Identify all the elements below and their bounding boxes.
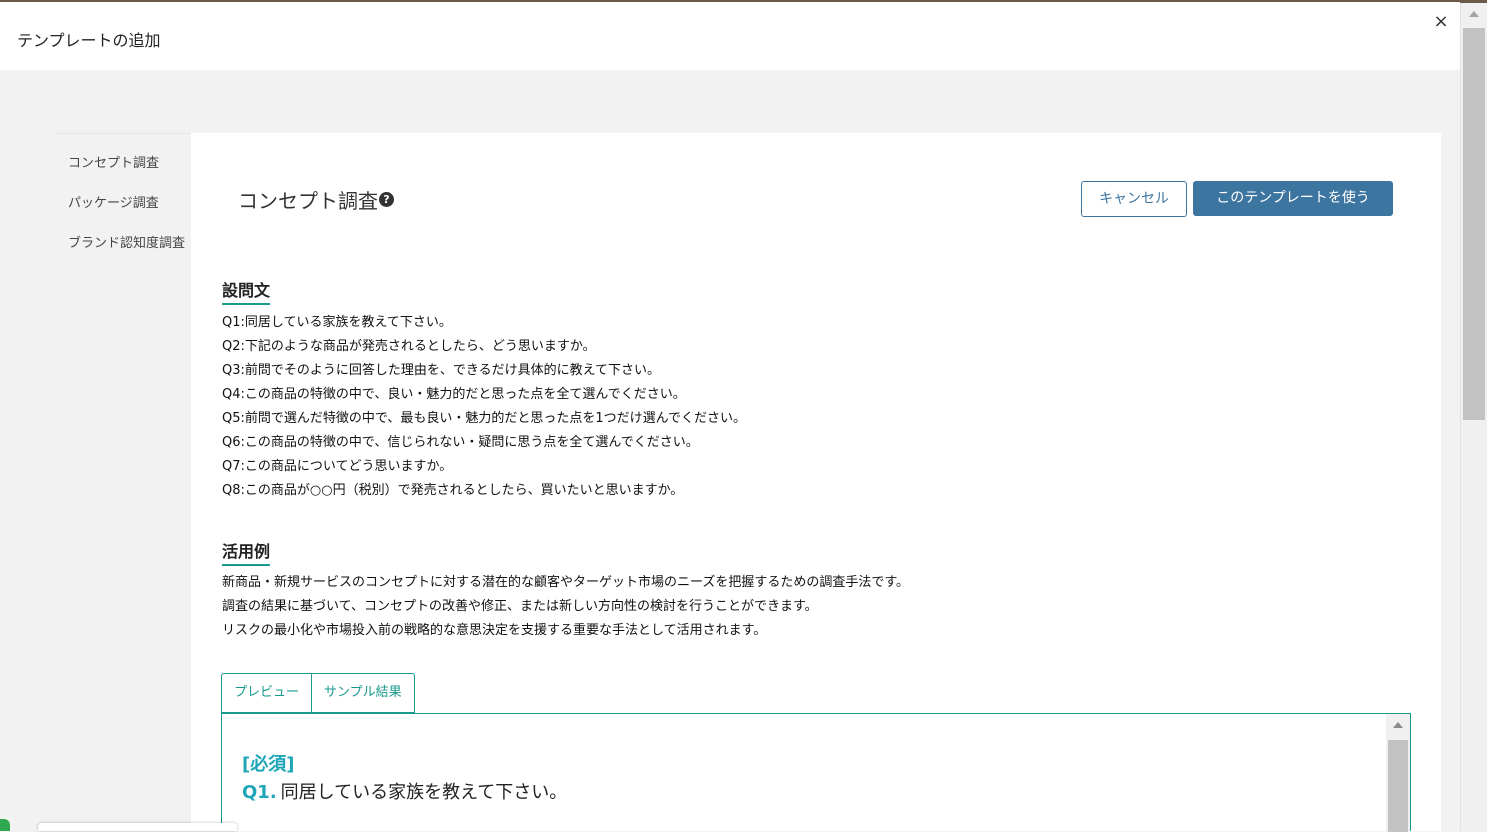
modal-title: テンプレートの追加	[17, 31, 161, 50]
usage-list: 新商品・新規サービスのコンセプトに対する潜在的な顧客やターゲット市場のニーズを把…	[222, 571, 909, 643]
status-indicator	[0, 819, 10, 831]
question-line: Q1:同居している家族を教えて下さい。	[222, 315, 452, 330]
help-icon[interactable]: ?	[379, 192, 394, 207]
question-line: Q3:前問でそのように回答した理由を、できるだけ具体的に教えて下さい。	[222, 363, 660, 378]
use-template-button[interactable]: このテンプレートを使う	[1193, 181, 1393, 216]
question-number: Q1.	[242, 782, 277, 803]
sidebar-item-concept[interactable]: コンセプト調査	[68, 152, 159, 171]
preview-pane: [必須] Q1. 同居している家族を教えて下さい。	[221, 713, 1411, 832]
scroll-thumb[interactable]	[1463, 28, 1485, 420]
close-icon[interactable]: ×	[1431, 12, 1451, 32]
page-scrollbar[interactable]	[1460, 3, 1487, 831]
tab-preview[interactable]: プレビュー	[221, 673, 313, 713]
question-text: 同居している家族を教えて下さい。	[280, 782, 568, 803]
usage-heading: 活用例	[222, 538, 271, 566]
bottom-popup-edge	[38, 823, 237, 831]
template-sidebar: コンセプト調査 パッケージ調査 ブランド認知度調査	[56, 133, 191, 831]
sidebar-item-brand-awareness[interactable]: ブランド認知度調査	[68, 232, 185, 251]
cancel-button[interactable]: キャンセル	[1081, 181, 1187, 217]
usage-line: リスクの最小化や市場投入前の戦略的な意思決定を支援する重要な手法として活用されま…	[222, 623, 767, 638]
preview-tabs: プレビュー サンプル結果	[221, 673, 415, 713]
question-line: Q2:下記のような商品が発売されるとしたら、どう思いますか。	[222, 339, 596, 354]
modal-header: テンプレートの追加 ×	[0, 2, 1460, 70]
tab-sample-results[interactable]: サンプル結果	[312, 673, 415, 713]
question-line: Q4:この商品の特徴の中で、良い・魅力的だと思った点を全て選んでください。	[222, 387, 686, 402]
preview-question: Q1. 同居している家族を教えて下さい。	[242, 778, 567, 804]
scroll-up-arrow-icon[interactable]	[1469, 11, 1479, 17]
question-line: Q7:この商品についてどう思いますか。	[222, 459, 453, 474]
required-label: [必須]	[242, 754, 295, 775]
questions-heading: 設問文	[222, 277, 271, 305]
question-line: Q6:この商品の特徴の中で、信じられない・疑問に思う点を全て選んでください。	[222, 435, 699, 450]
preview-scroll-up-icon[interactable]	[1393, 722, 1403, 728]
preview-scrollbar[interactable]	[1386, 714, 1410, 832]
preview-scroll-thumb[interactable]	[1388, 740, 1408, 832]
question-line: Q5:前問で選んだ特徴の中で、最も良い・魅力的だと思った点を1つだけ選んでくださ…	[222, 411, 746, 426]
question-line: Q8:この商品が○○円（税別）で発売されるとしたら、買いたいと思いますか。	[222, 483, 684, 498]
template-detail-panel: コンセプト調査? キャンセル このテンプレートを使う 設問文 Q1:同居している…	[191, 133, 1441, 832]
page-title-text: コンセプト調査	[238, 189, 378, 213]
page-title: コンセプト調査?	[238, 185, 394, 214]
questions-list: Q1:同居している家族を教えて下さい。 Q2:下記のような商品が発売されるとした…	[222, 311, 746, 503]
usage-line: 新商品・新規サービスのコンセプトに対する潜在的な顧客やターゲット市場のニーズを把…	[222, 575, 910, 590]
sidebar-item-package[interactable]: パッケージ調査	[68, 192, 159, 211]
usage-line: 調査の結果に基づいて、コンセプトの改善や修正、または新しい方向性の検討を行うこと…	[222, 599, 818, 614]
